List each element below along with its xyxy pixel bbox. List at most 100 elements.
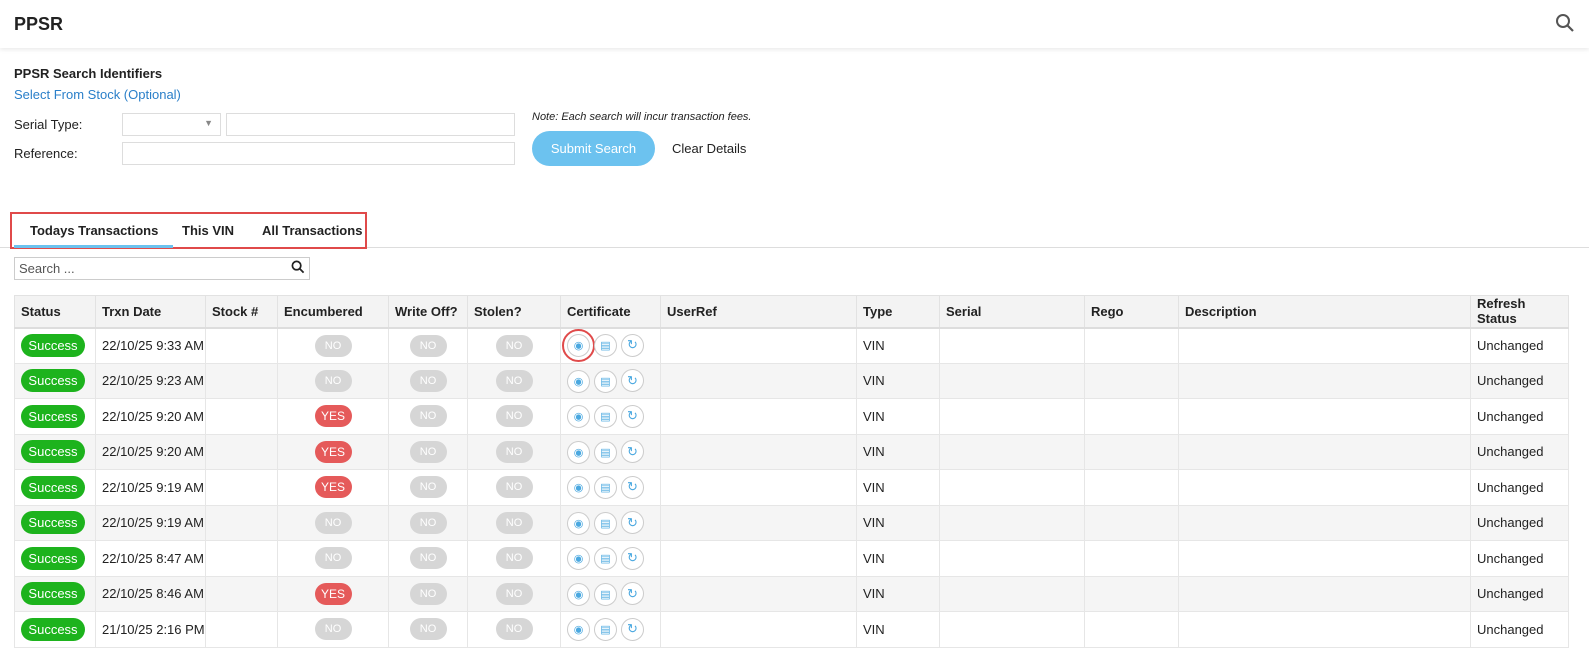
write-off-cell: NO bbox=[388, 469, 468, 506]
eye-icon[interactable]: ◉ bbox=[567, 476, 590, 499]
column-header[interactable]: Write Off? bbox=[388, 295, 468, 329]
tab-this-vin[interactable]: This VIN bbox=[182, 223, 234, 238]
refresh-icon[interactable]: ↻ bbox=[621, 369, 644, 392]
encumbered-badge: NO bbox=[314, 369, 352, 392]
stolen-cell: NO bbox=[467, 540, 561, 577]
refresh-icon[interactable]: ↻ bbox=[621, 617, 644, 641]
table-row[interactable]: Success 22/10/25 8:46 AM YES NO NO ◉ ▤ ↻ VIN… bbox=[14, 575, 1569, 612]
eye-icon[interactable]: ◉ bbox=[567, 618, 590, 641]
column-header[interactable]: Serial bbox=[939, 295, 1085, 329]
status-cell: Success bbox=[14, 327, 96, 364]
table-row[interactable]: Success 22/10/25 9:23 AM NO NO NO ◉ ▤ ↻ VIN … bbox=[14, 362, 1569, 399]
userref bbox=[660, 433, 857, 470]
column-header[interactable]: Encumbered bbox=[277, 295, 389, 329]
table-row[interactable]: Success 22/10/25 9:33 AM NO NO NO ◉ ▤ ↻ VIN … bbox=[14, 327, 1569, 364]
serial-input[interactable] bbox=[226, 113, 515, 136]
column-header[interactable]: Description bbox=[1178, 295, 1471, 329]
refresh-icon[interactable]: ↻ bbox=[621, 475, 644, 499]
id-card-icon[interactable]: ▤ bbox=[594, 618, 617, 641]
id-card-icon[interactable]: ▤ bbox=[594, 476, 617, 499]
stolen-badge: NO bbox=[495, 476, 533, 499]
refresh-icon[interactable]: ↻ bbox=[621, 404, 644, 428]
status-cell: Success bbox=[14, 575, 96, 612]
refresh-status: Unchanged bbox=[1470, 504, 1569, 541]
trxn-date: 21/10/25 2:16 PM bbox=[95, 611, 206, 648]
column-header[interactable]: Stolen? bbox=[467, 295, 561, 329]
search-icon[interactable] bbox=[291, 260, 305, 277]
type: VIN bbox=[856, 327, 940, 364]
submit-search-button[interactable]: Submit Search bbox=[532, 131, 655, 166]
id-card-icon[interactable]: ▤ bbox=[594, 405, 617, 428]
column-header[interactable]: Type bbox=[856, 295, 940, 329]
eye-icon[interactable]: ◉ bbox=[567, 369, 590, 393]
refresh-status: Unchanged bbox=[1470, 540, 1569, 577]
id-card-icon[interactable]: ▤ bbox=[594, 547, 617, 570]
refresh-status: Unchanged bbox=[1470, 362, 1569, 399]
type: VIN bbox=[856, 469, 940, 506]
refresh-icon[interactable]: ↻ bbox=[621, 546, 644, 570]
column-header[interactable]: Rego bbox=[1084, 295, 1179, 329]
trxn-date: 22/10/25 9:33 AM bbox=[95, 327, 206, 364]
eye-icon[interactable]: ◉ bbox=[567, 440, 590, 464]
refresh-icon[interactable]: ↻ bbox=[621, 511, 644, 534]
write-off-badge: NO bbox=[409, 476, 447, 499]
stolen-cell: NO bbox=[467, 362, 561, 399]
search-icon[interactable] bbox=[1555, 13, 1575, 36]
stolen-badge: NO bbox=[495, 547, 533, 570]
column-header[interactable]: Trxn Date bbox=[95, 295, 206, 329]
stock-number bbox=[205, 469, 278, 506]
refresh-icon[interactable]: ↻ bbox=[621, 440, 644, 463]
stock-number bbox=[205, 398, 278, 435]
rego bbox=[1084, 611, 1179, 648]
clear-details-button[interactable]: Clear Details bbox=[672, 141, 746, 156]
column-header[interactable]: Status bbox=[14, 295, 96, 329]
column-header[interactable]: Stock # bbox=[205, 295, 278, 329]
serial bbox=[939, 611, 1085, 648]
stolen-badge: NO bbox=[495, 511, 533, 534]
status-badge: Success bbox=[21, 617, 85, 641]
encumbered-badge: YES bbox=[314, 440, 352, 463]
column-header[interactable]: Refresh Status bbox=[1470, 295, 1569, 329]
tab-todays-transactions[interactable]: Todays Transactions bbox=[13, 223, 174, 248]
status-cell: Success bbox=[14, 398, 96, 435]
eye-icon[interactable]: ◉ bbox=[567, 511, 590, 535]
table-row[interactable]: Success 22/10/25 9:19 AM NO NO NO ◉ ▤ ↻ VIN … bbox=[14, 504, 1569, 541]
table-row[interactable]: Success 22/10/25 9:19 AM YES NO NO ◉ ▤ ↻ VIN… bbox=[14, 469, 1569, 506]
trxn-date: 22/10/25 8:46 AM bbox=[95, 575, 206, 612]
eye-icon[interactable]: ◉ bbox=[567, 547, 590, 570]
id-card-icon[interactable]: ▤ bbox=[594, 440, 617, 464]
select-from-stock-link[interactable]: Select From Stock (Optional) bbox=[14, 87, 1575, 102]
eye-icon[interactable]: ◉ bbox=[567, 405, 590, 428]
tab-all-transactions[interactable]: All Transactions bbox=[262, 223, 362, 238]
serial-type-select[interactable]: ▼ bbox=[122, 113, 221, 136]
column-header[interactable]: Certificate bbox=[560, 295, 661, 329]
id-card-icon[interactable]: ▤ bbox=[594, 511, 617, 535]
encumbered-cell: NO bbox=[277, 327, 389, 364]
certificate-cell: ◉ ▤ ↻ bbox=[560, 327, 661, 364]
refresh-icon[interactable]: ↻ bbox=[621, 582, 644, 605]
column-header[interactable]: UserRef bbox=[660, 295, 857, 329]
rego bbox=[1084, 540, 1179, 577]
table-row[interactable]: Success 22/10/25 8:47 AM NO NO NO ◉ ▤ ↻ VIN … bbox=[14, 540, 1569, 577]
userref bbox=[660, 504, 857, 541]
reference-input[interactable] bbox=[122, 142, 515, 165]
stock-number bbox=[205, 611, 278, 648]
description bbox=[1178, 362, 1471, 399]
eye-icon[interactable]: ◉ bbox=[567, 582, 590, 606]
table-row[interactable]: Success 22/10/25 9:20 AM YES NO NO ◉ ▤ ↻ VIN… bbox=[14, 398, 1569, 435]
table-row[interactable]: Success 21/10/25 2:16 PM NO NO NO ◉ ▤ ↻ VIN … bbox=[14, 611, 1569, 648]
id-card-icon[interactable]: ▤ bbox=[594, 369, 617, 393]
refresh-icon[interactable]: ↻ bbox=[621, 333, 644, 357]
write-off-badge: NO bbox=[409, 618, 447, 641]
eye-icon[interactable]: ◉ bbox=[562, 329, 595, 363]
id-card-icon[interactable]: ▤ bbox=[594, 582, 617, 606]
refresh-status: Unchanged bbox=[1470, 327, 1569, 364]
type: VIN bbox=[856, 575, 940, 612]
table-row[interactable]: Success 22/10/25 9:20 AM YES NO NO ◉ ▤ ↻ VIN… bbox=[14, 433, 1569, 470]
write-off-badge: NO bbox=[409, 440, 447, 463]
table-search-input[interactable]: Search ... bbox=[14, 257, 310, 280]
trxn-date: 22/10/25 9:20 AM bbox=[95, 398, 206, 435]
id-card-icon[interactable]: ▤ bbox=[594, 334, 617, 358]
stolen-cell: NO bbox=[467, 433, 561, 470]
description bbox=[1178, 540, 1471, 577]
